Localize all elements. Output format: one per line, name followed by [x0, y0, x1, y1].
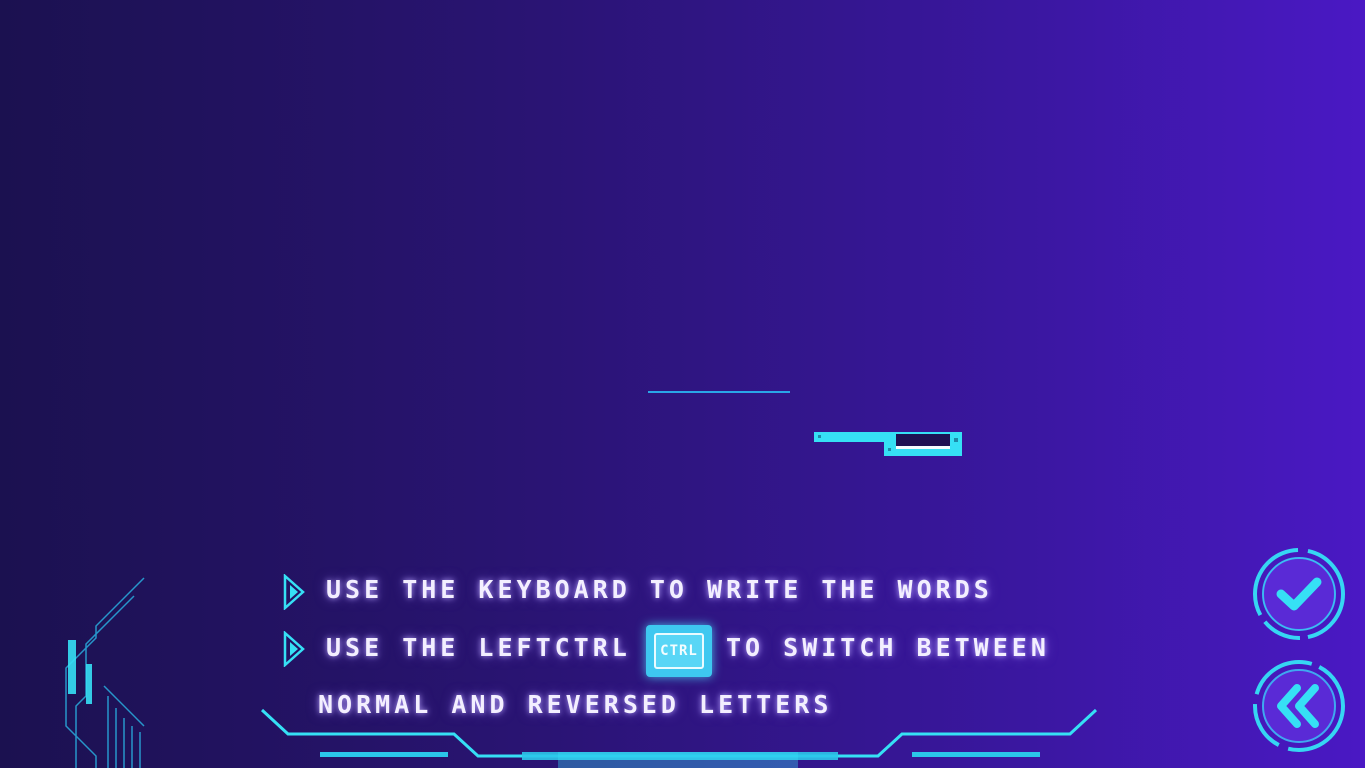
- instruction-line-1: USE THE KEYBOARD TO WRITE THE WORDS: [326, 575, 993, 604]
- instruction-line-2-end: TO SWITCH BETWEEN: [726, 633, 1050, 662]
- back-button[interactable]: [1251, 658, 1347, 754]
- instruction-line-3: NORMAL AND REVERSED LETTERS: [318, 690, 833, 719]
- word-input-underline: [648, 391, 790, 393]
- double-chevron-left-icon: [1253, 660, 1345, 752]
- bullet-arrow-icon: [283, 631, 305, 667]
- cursor-widget: [814, 432, 962, 456]
- confirm-button[interactable]: [1251, 546, 1347, 642]
- bullet-arrow-icon: [283, 574, 305, 610]
- ctrl-key-icon: CTRL: [646, 625, 712, 677]
- check-icon: [1253, 548, 1345, 640]
- circuit-decoration-left: [65, 577, 145, 768]
- ctrl-key-label: CTRL: [654, 633, 704, 669]
- instruction-line-2-start: USE THE LEFTCTRL: [326, 633, 631, 662]
